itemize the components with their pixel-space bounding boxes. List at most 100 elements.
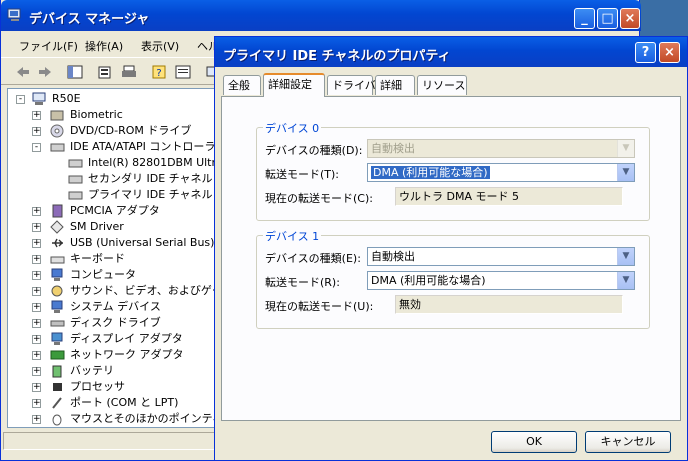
minimize-button[interactable]: _ xyxy=(574,8,595,29)
ok-button[interactable]: OK xyxy=(491,431,577,453)
keyboard-icon xyxy=(50,256,65,264)
sm-driver-icon xyxy=(50,220,64,234)
computer-small-icon xyxy=(51,268,63,281)
network-adapter-icon xyxy=(50,350,65,360)
chevron-down-icon: ▼ xyxy=(617,140,634,157)
device-manager-titlebar[interactable]: デバイス マネージャ _ □ × xyxy=(1,0,641,31)
tab-advanced[interactable]: 詳細設定 xyxy=(263,73,325,97)
device0-mode-label: 転送モード(T): xyxy=(265,168,340,181)
dialog-close-button[interactable]: × xyxy=(659,42,680,63)
tree-item-label: R50E xyxy=(52,92,81,105)
menu-view[interactable]: 表示(V) xyxy=(141,38,179,54)
tree-item-label: ネットワーク アダプタ xyxy=(70,348,184,361)
device1-title: デバイス 1 xyxy=(263,228,322,244)
biometric-icon xyxy=(50,110,64,121)
battery-icon xyxy=(52,365,62,378)
tab-general[interactable]: 全般 xyxy=(223,75,261,95)
device0-type-select: 自動検出 ▼ xyxy=(367,139,635,158)
expand-icon[interactable]: + xyxy=(32,255,41,264)
display-adapter-icon xyxy=(51,332,63,345)
properties-dialog: プライマリ IDE チャネルのプロパティ ? × 全般 詳細設定 ドライバ 詳細… xyxy=(214,36,688,461)
svg-text:?: ? xyxy=(156,68,161,79)
device0-mode-select[interactable]: DMA (利用可能な場合) ▼ xyxy=(367,163,635,182)
expand-icon[interactable]: + xyxy=(32,207,41,216)
show-hide-tree-icon[interactable] xyxy=(67,64,83,80)
tree-item-label: ポート (COM と LPT) xyxy=(70,396,179,409)
usb-icon xyxy=(52,238,63,248)
view-icon[interactable] xyxy=(175,64,191,80)
tree-item-label: マウスとそのほかのポインティング デバイス xyxy=(70,412,216,425)
chevron-down-icon[interactable]: ▼ xyxy=(617,248,634,265)
tree-item-label: PCMCIA アダプタ xyxy=(70,204,160,217)
expand-icon[interactable]: + xyxy=(32,271,41,280)
menu-file[interactable]: ファイル(F) xyxy=(19,38,78,54)
expand-icon[interactable]: + xyxy=(32,239,41,248)
device0-current-value: ウルトラ DMA モード 5 xyxy=(395,187,623,206)
computer-icon xyxy=(32,92,46,105)
back-arrow-icon[interactable] xyxy=(15,64,31,80)
print-icon[interactable] xyxy=(121,64,137,80)
device1-mode-label: 転送モード(R): xyxy=(265,276,340,289)
tree-item-label: ディスク ドライブ xyxy=(70,316,161,329)
tab-details[interactable]: 詳細 xyxy=(375,75,415,95)
system-device-icon xyxy=(51,300,63,313)
expand-icon[interactable]: + xyxy=(32,351,41,360)
ide-channel-icon xyxy=(68,159,83,168)
cancel-button[interactable]: キャンセル xyxy=(585,431,671,453)
device1-group: デバイス 1 デバイスの種類(E): 自動検出 ▼ 転送モード(R): DMA … xyxy=(256,228,650,329)
properties-icon[interactable] xyxy=(97,64,113,80)
dialog-titlebar[interactable]: プライマリ IDE チャネルのプロパティ ? × xyxy=(215,37,687,67)
device0-group: デバイス 0 デバイスの種類(D): 自動検出 ▼ 転送モード(T): DMA … xyxy=(256,120,650,221)
expand-icon[interactable]: + xyxy=(32,383,41,392)
expand-icon[interactable]: + xyxy=(32,399,41,408)
pcmcia-icon xyxy=(52,204,63,218)
sound-icon xyxy=(51,285,63,297)
tree-item-label: コンピュータ xyxy=(70,268,136,281)
collapse-icon[interactable]: - xyxy=(16,95,25,104)
device-tree[interactable]: - R50E + Biometric + DVD/CD-ROM ドライブ - I… xyxy=(7,88,217,428)
tree-item-label: サウンド、ビデオ、およびゲーム コントローラ xyxy=(70,284,216,297)
dialog-help-button[interactable]: ? xyxy=(635,42,656,63)
tree-item-label: バッテリ xyxy=(70,364,114,377)
device0-type-label: デバイスの種類(D): xyxy=(265,144,363,157)
advanced-tab-panel: デバイス 0 デバイスの種類(D): 自動検出 ▼ 転送モード(T): DMA … xyxy=(221,96,681,421)
chevron-down-icon[interactable]: ▼ xyxy=(617,164,634,181)
close-button[interactable]: × xyxy=(620,8,640,29)
ide-channel-icon xyxy=(68,175,83,184)
tree-item-label: キーボード xyxy=(70,252,125,265)
processor-icon xyxy=(53,383,62,391)
device-manager-title: デバイス マネージャ xyxy=(29,12,150,27)
forward-arrow-icon[interactable] xyxy=(37,64,53,80)
expand-icon[interactable]: + xyxy=(32,287,41,296)
disk-drive-icon xyxy=(50,320,65,327)
tree-item-label: Biometric xyxy=(70,108,123,121)
collapse-icon[interactable]: - xyxy=(32,143,41,152)
tree-item-label: システム デバイス xyxy=(70,300,161,313)
tree-item-label: USB (Universal Serial Bus) コントローラ xyxy=(70,236,216,249)
mouse-icon xyxy=(52,414,62,426)
menu-action[interactable]: 操作(A) xyxy=(85,38,123,54)
expand-icon[interactable]: + xyxy=(32,415,41,424)
dialog-title: プライマリ IDE チャネルのプロパティ xyxy=(223,49,451,64)
chevron-down-icon[interactable]: ▼ xyxy=(617,272,634,289)
device-manager-icon xyxy=(7,8,21,21)
tab-resources[interactable]: リソース xyxy=(417,75,467,95)
expand-icon[interactable]: + xyxy=(32,367,41,376)
expand-icon[interactable]: + xyxy=(32,127,41,136)
expand-icon[interactable]: + xyxy=(32,303,41,312)
expand-icon[interactable]: + xyxy=(32,319,41,328)
tree-item-label: ディスプレイ アダプタ xyxy=(70,332,183,345)
expand-icon[interactable]: + xyxy=(32,111,41,120)
expand-icon[interactable]: + xyxy=(32,335,41,344)
tab-driver[interactable]: ドライバ xyxy=(327,75,376,95)
device1-mode-select[interactable]: DMA (利用可能な場合) ▼ xyxy=(367,271,635,290)
ide-channel-icon xyxy=(68,191,83,200)
device1-type-select[interactable]: 自動検出 ▼ xyxy=(367,247,635,266)
port-icon xyxy=(52,397,62,409)
tree-item-label: プライマリ IDE チャネル xyxy=(88,188,213,201)
expand-icon[interactable]: + xyxy=(32,223,41,232)
help-icon[interactable]: ? xyxy=(151,64,167,80)
device0-current-label: 現在の転送モード(C): xyxy=(265,192,373,205)
maximize-button[interactable]: □ xyxy=(597,8,618,29)
device1-current-label: 現在の転送モード(U): xyxy=(265,300,374,313)
